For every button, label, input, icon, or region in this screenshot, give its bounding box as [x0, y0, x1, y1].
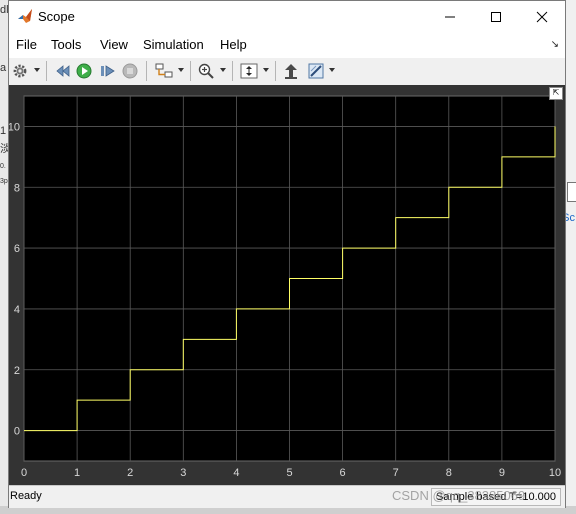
toolbar-separator	[190, 61, 191, 81]
x-tick-label: 7	[393, 467, 399, 479]
zoom-button[interactable]	[197, 61, 215, 81]
run-button[interactable]	[75, 61, 93, 81]
close-icon	[536, 11, 548, 22]
highlight-block-button[interactable]	[282, 61, 300, 81]
close-button[interactable]	[519, 1, 565, 32]
watermark: CSDN @qq_38385069	[392, 488, 526, 503]
stop-icon	[122, 63, 138, 79]
step-back-icon	[56, 65, 70, 77]
x-tick-label: 6	[340, 467, 346, 479]
window-title: Scope	[38, 9, 75, 24]
x-tick-label: 1	[74, 467, 80, 479]
step-forward-button[interactable]	[99, 61, 117, 81]
signal-selector-icon	[155, 63, 173, 78]
x-tick-label: 0	[21, 467, 27, 479]
y-tick-label: 0	[14, 426, 20, 438]
scale-axes-dropdown-icon[interactable]	[263, 68, 269, 72]
scale-axes-button[interactable]	[239, 61, 259, 81]
x-tick-label: 8	[446, 467, 452, 479]
settings-gear-icon	[13, 64, 27, 78]
background-field	[567, 182, 576, 202]
x-tick-label: 3	[180, 467, 186, 479]
style-button[interactable]	[307, 61, 325, 81]
background-fragment: 3p	[0, 178, 8, 185]
style-icon	[308, 63, 324, 79]
minimize-icon	[445, 16, 455, 17]
step-forward-icon	[101, 65, 115, 77]
settings-dropdown-icon[interactable]	[34, 68, 40, 72]
minimize-button[interactable]	[427, 1, 473, 32]
x-tick-label: 10	[549, 467, 561, 479]
stop-button[interactable]	[121, 61, 139, 81]
highlight-block-icon	[285, 64, 297, 79]
menu-bar: File Tools View Simulation Help ↘	[9, 32, 565, 59]
x-tick-label: 5	[286, 467, 292, 479]
dock-arrow-icon[interactable]: ↘	[551, 39, 559, 50]
toolbar-separator	[146, 61, 147, 81]
title-bar[interactable]: Scope	[9, 1, 565, 32]
style-dropdown-icon[interactable]	[329, 68, 335, 72]
maximize-icon	[491, 11, 501, 22]
signal-selector-button[interactable]	[154, 61, 174, 81]
y-tick-label: 2	[14, 365, 20, 377]
y-tick-labels: 0 2 4 6 8 10	[8, 121, 20, 438]
menu-help[interactable]: Help	[220, 37, 247, 52]
x-tick-labels: 0 1 2 3 4 5 6 7 8 9 10	[21, 467, 561, 479]
y-tick-label: 10	[9, 121, 20, 133]
scope-display: 0 1 2 3 4 5 6 7 8 9 10 0 2 4 6 8 10 ⇱	[8, 85, 565, 485]
x-tick-label: 2	[127, 467, 133, 479]
x-tick-label: 4	[233, 467, 239, 479]
step-back-button[interactable]	[54, 61, 72, 81]
scale-axes-icon	[240, 63, 258, 79]
scope-window: Scope File Tools View Simulation Help ↘	[8, 0, 566, 508]
menu-simulation[interactable]: Simulation	[143, 37, 204, 52]
zoom-dropdown-icon[interactable]	[220, 68, 226, 72]
menu-tools[interactable]: Tools	[51, 37, 81, 52]
toolbar-separator	[232, 61, 233, 81]
x-tick-label: 9	[499, 467, 505, 479]
undock-icon[interactable]: ⇱	[549, 87, 563, 100]
run-icon	[76, 63, 92, 79]
toolbar	[9, 58, 565, 85]
zoom-icon	[198, 63, 214, 79]
menu-view[interactable]: View	[100, 37, 128, 52]
matlab-logo-icon	[18, 9, 32, 23]
toolbar-separator	[275, 61, 276, 81]
background-fragment: 1	[0, 125, 7, 137]
status-text: Ready	[10, 490, 42, 502]
background-window-right	[566, 0, 576, 514]
menu-file[interactable]: File	[16, 37, 37, 52]
y-tick-label: 8	[14, 182, 20, 194]
y-tick-label: 4	[14, 304, 20, 316]
settings-button[interactable]	[12, 61, 28, 81]
toolbar-separator	[46, 61, 47, 81]
background-fragment: a	[0, 62, 7, 74]
background-window-left: dl a 1 淡 0. 3p	[0, 0, 11, 514]
y-tick-label: 6	[14, 243, 20, 255]
background-fragment: 0.	[0, 163, 6, 170]
scope-chart[interactable]: 0 1 2 3 4 5 6 7 8 9 10 0 2 4 6 8 10	[8, 85, 565, 485]
signal-selector-dropdown-icon[interactable]	[178, 68, 184, 72]
maximize-button[interactable]	[473, 1, 519, 32]
